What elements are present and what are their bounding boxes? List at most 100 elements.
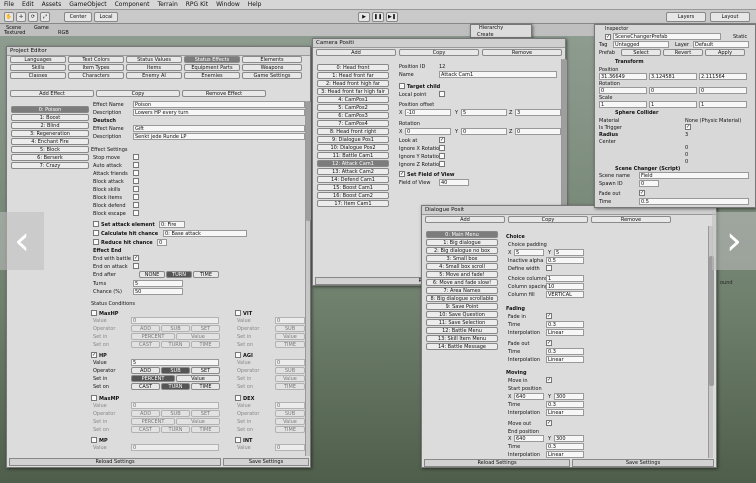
ignore-z-checkbox[interactable] (439, 161, 445, 167)
list-item[interactable]: 12: Battle Menu (426, 327, 498, 334)
list-item[interactable]: 11: Battle Cam1 (317, 152, 389, 159)
vit-value-button[interactable]: Value (275, 333, 305, 340)
define-width-checkbox[interactable] (546, 265, 552, 271)
hp-percent-button[interactable]: PERCENT (131, 375, 175, 382)
next-arrow-icon[interactable]: › (712, 212, 756, 270)
hp-set-button[interactable]: SET (191, 367, 220, 374)
effect-item[interactable]: 7: Crazy (11, 162, 89, 169)
list-item[interactable]: 4: Small box scroll (426, 263, 498, 270)
hp-value-field[interactable]: 5 (131, 359, 219, 366)
hp-sub-button[interactable]: SUB (161, 367, 190, 374)
hit-chance-dropdown[interactable]: 0: Base attack (163, 230, 247, 237)
end-with-battle-checkbox[interactable]: ✓ (133, 255, 139, 261)
maxhp-turn-button[interactable]: TURN (161, 341, 190, 348)
set-fov-checkbox[interactable]: ✓ (399, 171, 405, 177)
tab-text-colors[interactable]: Text Colors (68, 56, 124, 63)
stop-move-checkbox[interactable] (133, 154, 139, 160)
padding-y-field[interactable]: 5 (554, 249, 584, 256)
effect-item[interactable]: 2: Blind (11, 122, 89, 129)
hp-time-button[interactable]: TIME (191, 383, 220, 390)
rotation-z-field[interactable]: 0 (515, 128, 561, 135)
prefab-apply-button[interactable]: Apply (705, 49, 745, 56)
dex-value-button[interactable]: Value (275, 418, 305, 425)
list-item[interactable]: 2: Head front high far (317, 80, 389, 87)
tab-item-types[interactable]: Item Types (68, 64, 124, 71)
tab-languages[interactable]: Languages (10, 56, 66, 63)
menu-gameobject[interactable]: GameObject (65, 1, 110, 8)
choice-columns-field[interactable]: 1 (546, 275, 584, 282)
set-attack-element-checkbox[interactable] (93, 221, 99, 227)
list-item[interactable]: 8: Head front right (317, 128, 389, 135)
dex-sub-button[interactable]: SUB (275, 410, 305, 417)
inactive-alpha-field[interactable]: 0.5 (546, 257, 584, 264)
maxhp-add-button[interactable]: ADD (131, 325, 160, 332)
rotation-x-field[interactable]: 0 (599, 87, 647, 94)
effect-item[interactable]: 6: Berserk (11, 154, 89, 161)
end-x-field[interactable]: 640 (514, 435, 544, 442)
rotate-tool-icon[interactable]: ⟳ (28, 12, 38, 22)
end-time-button[interactable]: TIME (193, 271, 219, 278)
list-item[interactable]: 6: Move and fade slow! (426, 279, 498, 286)
maxmp-set-button[interactable]: SET (191, 410, 220, 417)
list-item[interactable]: 14: Defend Cam1 (317, 176, 389, 183)
start-x-field[interactable]: 640 (514, 393, 544, 400)
game-tab[interactable]: Game (34, 25, 49, 31)
menu-component[interactable]: Component (111, 1, 154, 8)
maxmp-percent-button[interactable]: PERCENT (131, 418, 175, 425)
center-y-value[interactable]: 0 (685, 152, 688, 158)
maxhp-sub-button[interactable]: SUB (161, 325, 190, 332)
tab-game-settings[interactable]: Game Settings (242, 72, 302, 79)
agi-checkbox[interactable] (235, 352, 241, 358)
offset-y-field[interactable]: 5 (461, 109, 507, 116)
object-name-field[interactable]: SceneChangerPrefab (613, 33, 721, 40)
menu-file[interactable]: File (0, 1, 18, 8)
look-at-checkbox[interactable]: ✓ (439, 137, 445, 143)
step-icon[interactable]: ▶❚ (386, 12, 398, 22)
ignore-y-checkbox[interactable] (439, 153, 445, 159)
effect-item[interactable]: 4: Enchant Fire (11, 138, 89, 145)
fade-out-interp-dropdown[interactable]: Linear (546, 356, 584, 363)
maxhp-set-button[interactable]: SET (191, 325, 220, 332)
menu-window[interactable]: Window (212, 1, 244, 8)
end-turn-button[interactable]: TURN (166, 271, 192, 278)
tab-classes[interactable]: Classes (10, 72, 66, 79)
end-on-attack-checkbox[interactable] (133, 263, 139, 269)
scale-x-field[interactable]: 1 (599, 101, 647, 108)
list-item[interactable]: 1: Head front far (317, 72, 389, 79)
list-item[interactable]: 13: Skill Item Menu (426, 335, 498, 342)
play-icon[interactable]: ▶ (358, 12, 370, 22)
fov-field[interactable]: 40 (439, 179, 469, 186)
dex-checkbox[interactable] (235, 395, 241, 401)
maxmp-turn-button[interactable]: TURN (161, 426, 190, 433)
column-fill-dropdown[interactable]: VERTICAL (546, 291, 584, 298)
scale-y-field[interactable]: 1 (649, 101, 697, 108)
auto-attack-checkbox[interactable] (133, 162, 139, 168)
scale-tool-icon[interactable]: ⤢ (40, 12, 50, 22)
effect-item[interactable]: 5: Block (11, 146, 89, 153)
add-effect-button[interactable]: Add Effect (10, 90, 94, 97)
block-items-checkbox[interactable] (133, 194, 139, 200)
list-item[interactable]: 15: Boost Cam1 (317, 184, 389, 191)
maxhp-checkbox[interactable] (91, 310, 97, 316)
list-item[interactable]: 10: Dialogue Pos2 (317, 144, 389, 151)
layer-dropdown[interactable]: Default (693, 41, 749, 48)
tab-equipment-parts[interactable]: Equipment Parts (184, 64, 240, 71)
list-item[interactable]: 3: Small box (426, 255, 498, 262)
time-field[interactable]: 0.5 (639, 198, 749, 205)
end-y-field[interactable]: 300 (554, 435, 584, 442)
list-item[interactable]: 16: Boost Cam2 (317, 192, 389, 199)
fade-out-checkbox[interactable]: ✓ (546, 340, 552, 346)
list-item[interactable]: 5: Move and fade! (426, 271, 498, 278)
tab-status-effects[interactable]: Status Effects (184, 56, 240, 63)
agi-value-field[interactable]: 0 (275, 359, 305, 366)
rotation-y-field[interactable]: 0 (649, 87, 697, 94)
menu-edit[interactable]: Edit (18, 1, 38, 8)
move-tool-icon[interactable]: ✛ (16, 12, 26, 22)
menu-assets[interactable]: Assets (38, 1, 66, 8)
tab-skills[interactable]: Skills (10, 64, 66, 71)
move-out-interp-dropdown[interactable]: Linear (546, 451, 584, 458)
is-trigger-checkbox[interactable]: ✓ (685, 124, 691, 130)
reduce-hit-checkbox[interactable] (93, 239, 99, 245)
material-value[interactable]: None (Physic Material) (685, 118, 741, 124)
pivot-local-button[interactable]: Local (94, 12, 118, 22)
